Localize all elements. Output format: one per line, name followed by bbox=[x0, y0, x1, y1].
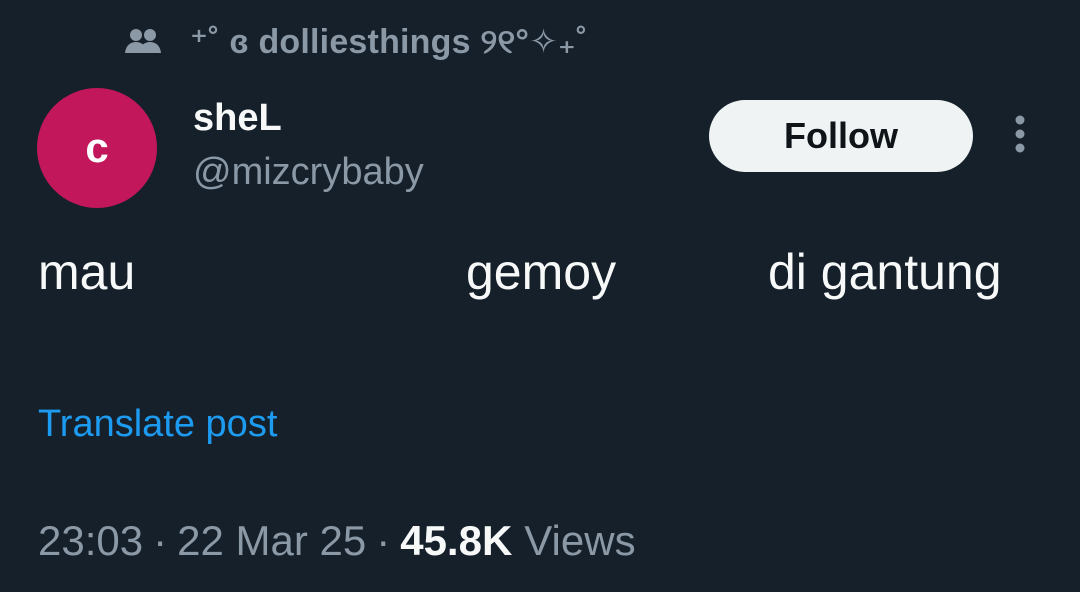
author-handle[interactable]: @mizcrybaby bbox=[193, 148, 424, 196]
post-detail: ⁺˚ ɞ dolliesthings ୨୧°✧₊˚ c sheL @mizcry… bbox=[0, 0, 1080, 592]
post-meta: 23:03 · 22 Mar 25 · 45.8K Views bbox=[38, 514, 636, 568]
meta-separator: · bbox=[376, 517, 391, 564]
views-count: 45.8K bbox=[400, 517, 513, 564]
meta-separator: · bbox=[153, 517, 168, 564]
post-date[interactable]: 22 Mar 25 bbox=[177, 514, 366, 568]
post-word: di gantung bbox=[768, 244, 1002, 300]
more-options-button[interactable] bbox=[1002, 112, 1038, 160]
avatar[interactable]: c bbox=[37, 88, 157, 208]
follow-button[interactable]: Follow bbox=[709, 100, 973, 172]
post-time[interactable]: 23:03 bbox=[38, 514, 143, 568]
community-icon bbox=[124, 26, 164, 58]
more-vertical-icon bbox=[1014, 114, 1026, 159]
avatar-initial: c bbox=[85, 124, 109, 171]
community-name[interactable]: ⁺˚ ɞ dolliesthings ୨୧°✧₊˚ bbox=[190, 22, 588, 62]
post-word: gemoy bbox=[466, 244, 617, 300]
post-word: mau bbox=[38, 244, 136, 300]
author-display-name[interactable]: sheL bbox=[193, 94, 282, 142]
community-context[interactable]: ⁺˚ ɞ dolliesthings ୨୧°✧₊˚ bbox=[124, 18, 588, 66]
views-label: Views bbox=[524, 517, 636, 564]
translate-post-link[interactable]: Translate post bbox=[38, 400, 277, 448]
